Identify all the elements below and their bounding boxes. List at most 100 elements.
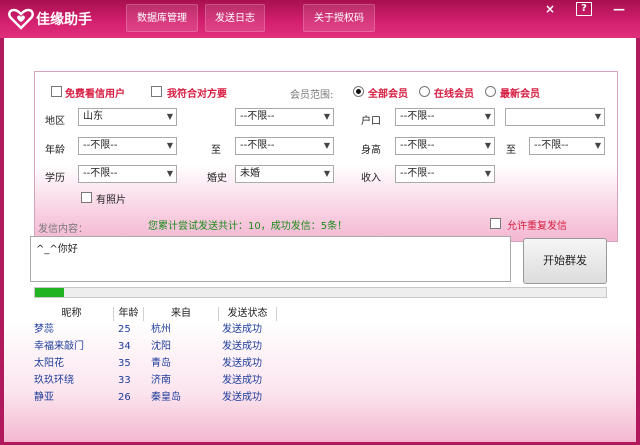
allow-repeat-label: 允许重复发信 bbox=[507, 221, 567, 232]
height-label: 身高 bbox=[361, 145, 381, 156]
chevron-down-icon: ▼ bbox=[323, 112, 330, 121]
help-icon: ? bbox=[576, 2, 592, 16]
newest-members-label: 最新会员 bbox=[500, 89, 540, 100]
cell-nickname: 幸福来敲门 bbox=[34, 341, 84, 352]
match-me-label: 我符合对方要 bbox=[167, 89, 227, 100]
table-row[interactable]: 静亚 26 秦皇岛 发送成功 bbox=[30, 389, 612, 406]
chevron-down-icon: ▼ bbox=[166, 112, 173, 121]
online-members-label: 在线会员 bbox=[434, 89, 474, 100]
table-header: 昵称 年龄 来自 发送状态 bbox=[30, 307, 612, 321]
education-select-value: --不限-- bbox=[83, 168, 118, 179]
cell-nickname: 梦蕊 bbox=[34, 324, 54, 335]
table-row[interactable]: 梦蕊 25 杭州 发送成功 bbox=[30, 321, 612, 338]
free-users-label: 免费看信用户 bbox=[65, 89, 125, 100]
marriage-label: 婚史 bbox=[207, 173, 227, 184]
member-range-label: 会员范围: bbox=[290, 90, 334, 101]
radio-newest-members[interactable] bbox=[485, 86, 496, 97]
cell-nickname: 玖玖环绕 bbox=[34, 375, 74, 386]
age-label: 年龄 bbox=[45, 145, 65, 156]
column-header-nickname[interactable]: 昵称 bbox=[30, 307, 114, 321]
cell-status: 发送成功 bbox=[222, 358, 262, 369]
minimize-button[interactable]: — bbox=[606, 0, 632, 18]
hukou-label: 户口 bbox=[361, 116, 381, 127]
income-select[interactable]: --不限-- ▼ bbox=[395, 165, 495, 183]
cell-age: 25 bbox=[118, 324, 131, 335]
free-users-checkbox[interactable] bbox=[51, 86, 62, 97]
all-members-label: 全部会员 bbox=[368, 89, 408, 100]
cell-from: 秦皇岛 bbox=[151, 392, 181, 403]
height-from-select[interactable]: --不限-- ▼ bbox=[395, 137, 495, 155]
hukou-select[interactable]: --不限-- ▼ bbox=[395, 108, 495, 126]
close-button[interactable]: × bbox=[537, 0, 563, 18]
heart-logo-icon bbox=[8, 8, 34, 30]
cell-status: 发送成功 bbox=[222, 324, 262, 335]
help-button[interactable]: ? bbox=[571, 0, 597, 18]
cell-status: 发送成功 bbox=[222, 341, 262, 352]
column-header-status[interactable]: 发送状态 bbox=[219, 307, 277, 321]
table-row[interactable]: 太阳花 35 青岛 发送成功 bbox=[30, 355, 612, 372]
chevron-down-icon: ▼ bbox=[484, 169, 491, 178]
close-icon: × bbox=[544, 2, 556, 16]
column-header-age[interactable]: 年龄 bbox=[114, 307, 144, 321]
cell-from: 青岛 bbox=[151, 358, 171, 369]
message-textarea[interactable]: ^_^你好 bbox=[30, 236, 511, 282]
content-label: 发信内容： bbox=[38, 224, 88, 235]
cell-from: 沈阳 bbox=[151, 341, 171, 352]
income-select-value: --不限-- bbox=[400, 168, 435, 179]
radio-all-members[interactable] bbox=[353, 86, 364, 97]
match-me-checkbox[interactable] bbox=[151, 86, 162, 97]
region-sub-select[interactable]: --不限-- ▼ bbox=[235, 108, 334, 126]
chevron-down-icon: ▼ bbox=[594, 112, 601, 121]
minimize-icon: — bbox=[613, 2, 625, 16]
column-header-from[interactable]: 来自 bbox=[144, 307, 219, 321]
cell-age: 26 bbox=[118, 392, 131, 403]
cell-from: 杭州 bbox=[151, 324, 171, 335]
chevron-down-icon: ▼ bbox=[484, 112, 491, 121]
chevron-down-icon: ▼ bbox=[166, 141, 173, 150]
income-label: 收入 bbox=[361, 173, 381, 184]
allow-repeat-checkbox[interactable] bbox=[490, 218, 501, 229]
height-from-value: --不限-- bbox=[400, 140, 435, 151]
age-from-select[interactable]: --不限-- ▼ bbox=[78, 137, 177, 155]
message-text: ^_^你好 bbox=[36, 244, 78, 255]
start-send-button[interactable]: 开始群发 bbox=[523, 238, 607, 284]
region-select-value: 山东 bbox=[83, 111, 103, 122]
nav-database-manage[interactable]: 数据库管理 bbox=[126, 4, 198, 32]
age-to-value: --不限-- bbox=[240, 140, 275, 151]
age-from-value: --不限-- bbox=[83, 140, 118, 151]
cell-nickname: 太阳花 bbox=[34, 358, 64, 369]
marriage-select[interactable]: 未婚 ▼ bbox=[235, 165, 334, 183]
hukou-sub-select[interactable]: ▼ bbox=[505, 108, 605, 126]
radio-online-members[interactable] bbox=[419, 86, 430, 97]
height-to-select[interactable]: --不限-- ▼ bbox=[529, 137, 605, 155]
send-progress-fill bbox=[35, 288, 64, 297]
region-sub-select-value: --不限-- bbox=[240, 111, 275, 122]
height-to-value: --不限-- bbox=[534, 140, 569, 151]
marriage-select-value: 未婚 bbox=[240, 168, 260, 179]
send-stats-text: 您累计尝试发送共计：10，成功发信：5条！ bbox=[148, 221, 348, 232]
region-label: 地区 bbox=[45, 116, 65, 127]
table-row[interactable]: 玖玖环绕 33 济南 发送成功 bbox=[30, 372, 612, 389]
title-bar: 佳缘助手 数据库管理 发送日志 关于授权码 × ? — bbox=[0, 0, 640, 38]
cell-age: 34 bbox=[118, 341, 131, 352]
has-photo-checkbox[interactable] bbox=[81, 192, 92, 203]
chevron-down-icon: ▼ bbox=[484, 141, 491, 150]
education-select[interactable]: --不限-- ▼ bbox=[78, 165, 177, 183]
chevron-down-icon: ▼ bbox=[594, 141, 601, 150]
hukou-select-value: --不限-- bbox=[400, 111, 435, 122]
cell-status: 发送成功 bbox=[222, 375, 262, 386]
results-table: 昵称 年龄 来自 发送状态 梦蕊 25 杭州 发送成功 幸福来敲门 34 沈阳 发送成功 太阳花… bbox=[30, 307, 612, 406]
table-body: 梦蕊 25 杭州 发送成功 幸福来敲门 34 沈阳 发送成功 太阳花 35 青岛 发送成功 玖玖环绕 33… bbox=[30, 321, 612, 406]
chevron-down-icon: ▼ bbox=[166, 169, 173, 178]
nav-send-log[interactable]: 发送日志 bbox=[205, 4, 265, 32]
cell-age: 33 bbox=[118, 375, 131, 386]
cell-status: 发送成功 bbox=[222, 392, 262, 403]
height-to-label: 至 bbox=[506, 145, 516, 156]
chevron-down-icon: ▼ bbox=[323, 169, 330, 178]
nav-license-code[interactable]: 关于授权码 bbox=[303, 4, 375, 32]
cell-age: 35 bbox=[118, 358, 131, 369]
table-row[interactable]: 幸福来敲门 34 沈阳 发送成功 bbox=[30, 338, 612, 355]
age-to-select[interactable]: --不限-- ▼ bbox=[235, 137, 334, 155]
age-to-label: 至 bbox=[211, 145, 221, 156]
region-select[interactable]: 山东 ▼ bbox=[78, 108, 177, 126]
